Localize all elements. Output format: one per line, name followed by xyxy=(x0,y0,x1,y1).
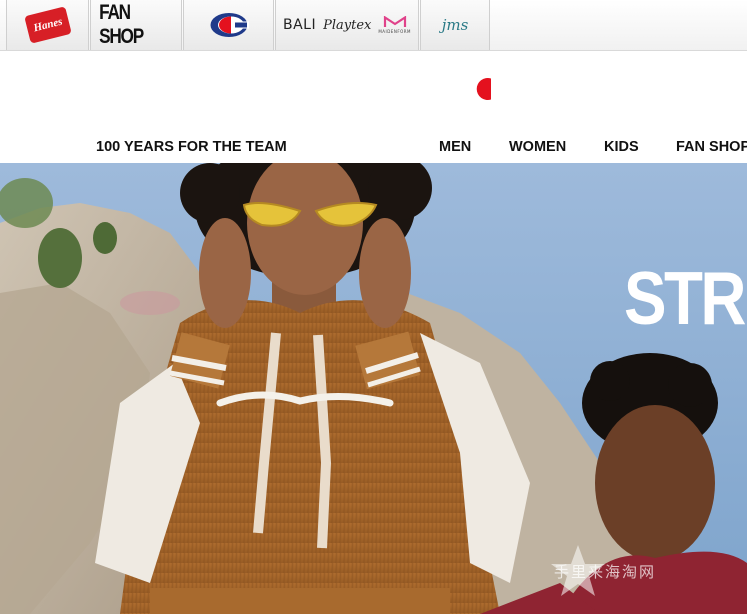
bali-logo: BALI xyxy=(282,17,317,33)
main-nav: 100 YEARS FOR THE TEAM MEN WOMEN KIDS FA… xyxy=(0,139,747,163)
hero-banner[interactable]: STR 手里来海淘网 xyxy=(0,163,747,614)
maidenform-logo: MAIDENFORM xyxy=(378,16,411,34)
brand-tab-bali-playtex-maidenform[interactable]: BALI Playtex MAIDENFORM xyxy=(275,0,419,50)
site-header: 100 YEARS FOR THE TEAM MEN WOMEN KIDS FA… xyxy=(0,51,747,163)
hero-headline: STR xyxy=(624,256,746,340)
star-watermark-icon xyxy=(551,545,605,596)
nav-men[interactable]: MEN xyxy=(439,139,471,155)
playtex-logo: Playtex xyxy=(323,17,372,33)
brand-tab-jms[interactable]: jms xyxy=(420,0,490,50)
champion-c-logo xyxy=(210,13,249,37)
hanes-logo-text: Hanes xyxy=(31,15,64,35)
brand-tab-hanes[interactable]: Hanes xyxy=(6,0,89,50)
brand-tab-fan-shop[interactable]: FAN SHOP xyxy=(90,0,182,50)
watermark: 手里来海淘网 xyxy=(548,541,747,601)
brand-tab-champion[interactable] xyxy=(183,0,274,50)
champion-logo-icon[interactable] xyxy=(472,76,498,102)
nav-kids[interactable]: KIDS xyxy=(604,139,639,155)
brand-bar: Hanes FAN SHOP BALI Playtex MAIDENFORM j… xyxy=(0,0,747,51)
fan-shop-logo: FAN SHOP xyxy=(99,1,144,48)
maidenform-text: MAIDENFORM xyxy=(378,29,412,34)
nav-100-years-for-the-team[interactable]: 100 YEARS FOR THE TEAM xyxy=(96,139,287,155)
nav-women[interactable]: WOMEN xyxy=(509,139,566,155)
maidenform-m-icon xyxy=(383,16,406,27)
jms-logo: jms xyxy=(441,16,469,34)
nav-fan-shop[interactable]: FAN SHOP xyxy=(676,139,747,155)
hanes-logo: Hanes xyxy=(23,6,72,44)
